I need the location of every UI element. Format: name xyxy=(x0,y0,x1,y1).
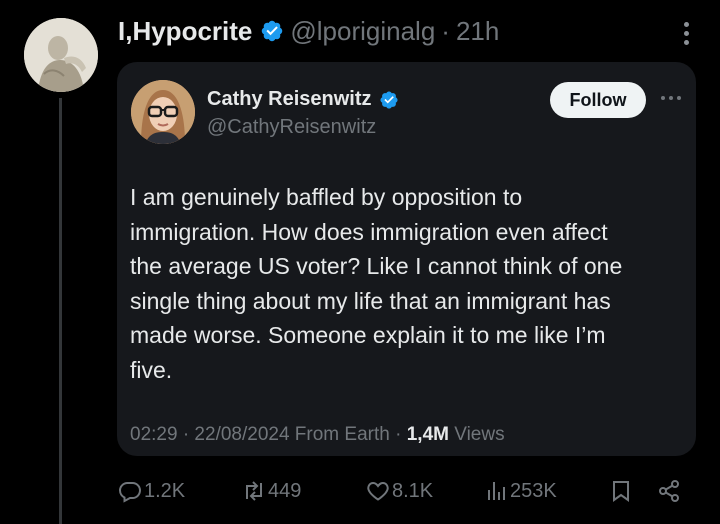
repost-count: 449 xyxy=(268,479,302,502)
follow-button[interactable]: Follow xyxy=(550,82,646,118)
post-time[interactable]: 21h xyxy=(456,14,499,48)
statue-avatar xyxy=(24,18,98,92)
post-header: I,Hypocrite @lporiginalg · 21h xyxy=(118,14,690,48)
action-bar: 1.2K 449 8.1K 253K xyxy=(118,474,690,508)
quoted-post-text: I am genuinely baffled by opposition to … xyxy=(130,184,623,383)
more-horizontal-icon[interactable] xyxy=(661,95,681,101)
repost-icon xyxy=(246,481,262,501)
share-icon xyxy=(659,480,679,502)
verified-badge-icon xyxy=(379,90,399,110)
quoted-views-count: 1,4M xyxy=(406,424,449,445)
author-handle[interactable]: @lporiginalg xyxy=(290,14,435,48)
reply-count: 1.2K xyxy=(144,479,186,502)
reply-button[interactable]: 1.2K xyxy=(118,474,185,508)
quoted-views-label: Views xyxy=(454,424,505,445)
quoted-post[interactable]: Cathy Reisenwitz @CathyReisenwitz Follow… xyxy=(117,62,696,456)
quoted-timestamp[interactable]: 02:29 · 22/08/2024 From Earth · xyxy=(130,424,401,445)
author-name[interactable]: I,Hypocrite xyxy=(118,14,252,48)
quoted-author-name[interactable]: Cathy Reisenwitz xyxy=(207,88,371,111)
verified-badge-icon xyxy=(260,19,284,43)
views-count: 253K xyxy=(510,479,557,502)
bookmark-button[interactable] xyxy=(609,474,635,508)
thread-line xyxy=(59,98,62,524)
quoted-author-name-row[interactable]: Cathy Reisenwitz xyxy=(207,88,399,111)
reply-icon xyxy=(118,482,142,503)
like-count: 8.1K xyxy=(392,479,434,502)
repost-button[interactable]: 449 xyxy=(242,474,301,508)
quoted-author-handle[interactable]: @CathyReisenwitz xyxy=(207,116,376,139)
quoted-post-meta: 02:29 · 22/08/2024 From Earth · 1,4M Vie… xyxy=(130,424,505,446)
bookmark-icon xyxy=(613,481,629,502)
author-avatar[interactable] xyxy=(24,18,98,92)
views-icon xyxy=(488,482,505,500)
quoted-author-avatar[interactable] xyxy=(131,80,195,144)
more-vertical-icon[interactable] xyxy=(682,22,690,46)
like-icon xyxy=(367,481,389,501)
share-button[interactable] xyxy=(657,474,683,508)
separator-dot: · xyxy=(441,16,450,46)
like-button[interactable]: 8.1K xyxy=(366,474,433,508)
views-button[interactable]: 253K xyxy=(484,474,557,508)
